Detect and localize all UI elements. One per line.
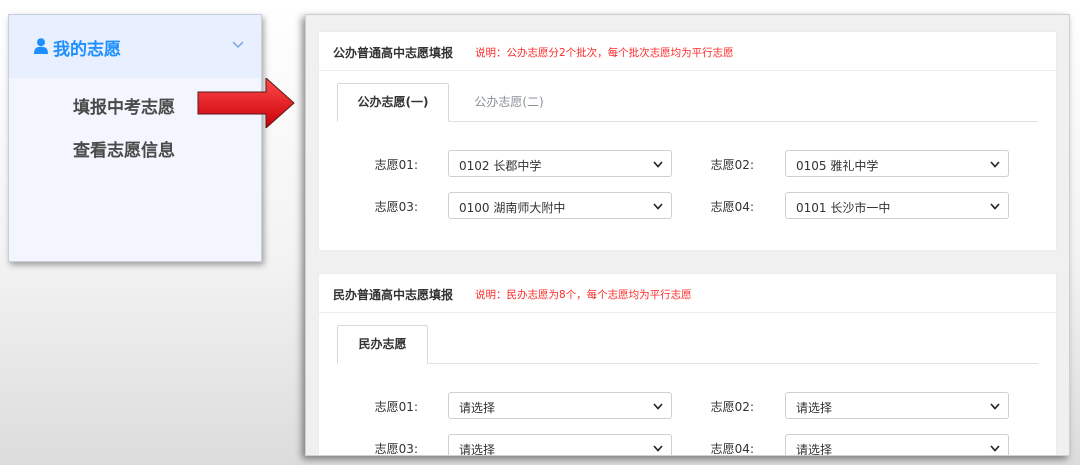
sidebar-item-fill-preferences[interactable]: 填报中考志愿 <box>73 93 175 118</box>
public-field-03-label: 志愿03: <box>374 200 418 214</box>
sidebar-title: 我的志愿 <box>53 40 121 60</box>
select-caret-icon <box>990 203 1000 210</box>
private-field-03-select[interactable]: 请选择 <box>448 434 672 456</box>
private-card-note: 说明：民办志愿为8个，每个志愿均为平行志愿 <box>475 289 692 301</box>
public-field-02-select[interactable]: 0105 雅礼中学 <box>785 150 1009 177</box>
public-field-02-value: 0105 雅礼中学 <box>796 159 879 173</box>
private-field-03-label: 志愿03: <box>374 442 418 456</box>
private-field-04-select[interactable]: 请选择 <box>785 434 1009 456</box>
select-caret-icon <box>990 445 1000 452</box>
public-field-04-label: 志愿04: <box>710 200 754 214</box>
private-field-03-value: 请选择 <box>459 443 496 456</box>
select-caret-icon <box>653 445 663 452</box>
private-field-02-value: 请选择 <box>796 401 833 415</box>
public-field-04-value: 0101 长沙市一中 <box>796 201 891 215</box>
private-field-02-label: 志愿02: <box>710 400 754 414</box>
select-caret-icon <box>653 161 663 168</box>
sidebar: 我的志愿 填报中考志愿 查看志愿信息 <box>8 14 262 262</box>
private-field-01-label: 志愿01: <box>374 400 418 414</box>
private-field-01-value: 请选择 <box>459 401 496 415</box>
select-caret-icon <box>653 403 663 410</box>
red-arrow-icon <box>197 78 295 128</box>
private-field-04-value: 请选择 <box>796 443 833 456</box>
public-card: 公办普通高中志愿填报 说明：公办志愿分2个批次，每个批次志愿均为平行志愿 公办志… <box>318 31 1057 251</box>
main-panel: 公办普通高中志愿填报 说明：公办志愿分2个批次，每个批次志愿均为平行志愿 公办志… <box>305 14 1070 456</box>
public-card-header: 公办普通高中志愿填报 说明：公办志愿分2个批次，每个批次志愿均为平行志愿 <box>319 32 1056 71</box>
public-field-02-label: 志愿02: <box>710 158 754 172</box>
public-tabs: 公办志愿(一) 公办志愿(二) <box>337 83 1038 122</box>
tab-public-2[interactable]: 公办志愿(二) <box>455 83 563 120</box>
sidebar-menu-header[interactable]: 我的志愿 <box>9 15 261 78</box>
private-field-04-label: 志愿04: <box>710 442 754 456</box>
user-icon <box>34 38 48 54</box>
public-card-title: 公办普通高中志愿填报 <box>333 46 454 60</box>
private-card-title: 民办普通高中志愿填报 <box>333 288 454 302</box>
tab-private[interactable]: 民办志愿 <box>337 325 428 364</box>
private-card: 民办普通高中志愿填报 说明：民办志愿为8个，每个志愿均为平行志愿 民办志愿 志愿… <box>318 273 1057 456</box>
chevron-down-icon[interactable] <box>232 41 244 49</box>
public-card-note: 说明：公办志愿分2个批次，每个批次志愿均为平行志愿 <box>475 47 734 59</box>
select-caret-icon <box>653 203 663 210</box>
private-tabs: 民办志愿 <box>337 325 1038 364</box>
public-field-01-label: 志愿01: <box>374 158 418 172</box>
public-field-03-select[interactable]: 0100 湖南师大附中 <box>448 192 672 219</box>
public-field-04-select[interactable]: 0101 长沙市一中 <box>785 192 1009 219</box>
public-field-01-select[interactable]: 0102 长郡中学 <box>448 150 672 177</box>
select-caret-icon <box>990 403 1000 410</box>
sidebar-item-view-preferences[interactable]: 查看志愿信息 <box>73 136 175 161</box>
select-caret-icon <box>990 161 1000 168</box>
public-field-01-value: 0102 长郡中学 <box>459 159 542 173</box>
private-card-header: 民办普通高中志愿填报 说明：民办志愿为8个，每个志愿均为平行志愿 <box>319 274 1056 313</box>
tab-public-1[interactable]: 公办志愿(一) <box>337 83 449 122</box>
private-field-01-select[interactable]: 请选择 <box>448 392 672 419</box>
private-field-02-select[interactable]: 请选择 <box>785 392 1009 419</box>
public-field-03-value: 0100 湖南师大附中 <box>459 201 566 215</box>
